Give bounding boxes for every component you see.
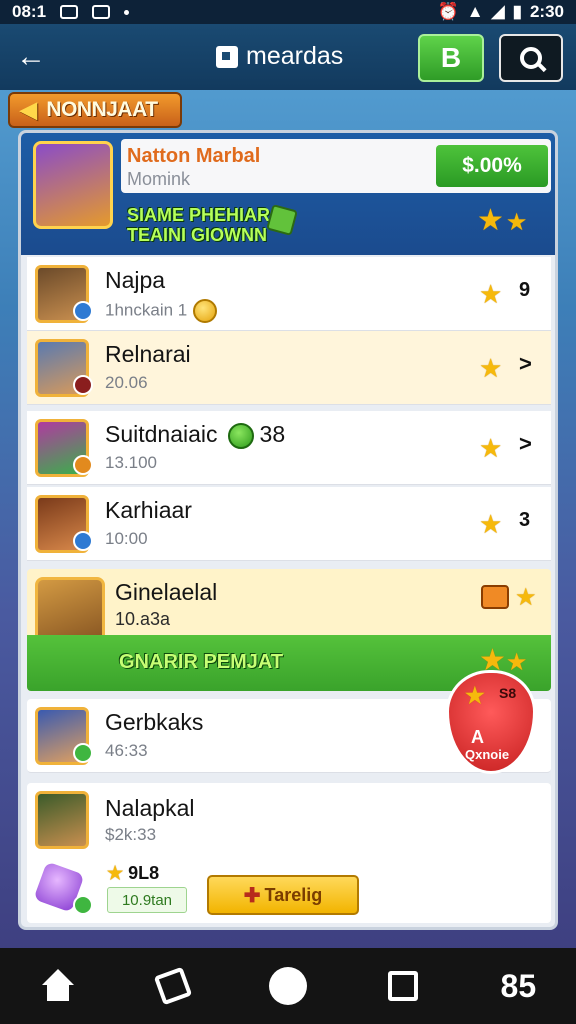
featured-subtitle: 10.a3a [115,609,171,629]
badge-icon [73,743,93,763]
hero-stars: ★★ [477,203,527,238]
ticket-icon [481,585,509,609]
item-subtitle: $2k:33 [105,825,157,844]
item-subtitle: 10:00 [105,529,148,548]
signal-icon: ◢ [491,2,505,21]
star-icon: ★ [505,209,528,236]
rating: ★ 9L8 [107,863,159,884]
nav-apps-button[interactable]: 85 [488,956,548,1016]
star-icon: ★ [479,509,503,539]
chevron-right-icon[interactable]: > [519,431,532,457]
heart-badge-mid: A [471,727,484,747]
item-subtitle: 20.06 [105,373,148,392]
featured-title: Ginelaelal [115,579,218,605]
gallery-icon [92,5,111,19]
price-chip: 10.9tan [107,887,187,913]
badge-icon [73,301,93,321]
item-title: Gerbkaks [105,709,204,735]
hero-name: Natton Marbal [127,145,261,167]
star-icon: ★ [479,353,503,383]
gem-icon [227,422,254,449]
item-title-text: Suitdnaiaic [105,421,218,447]
main-panel: Natton Marbal Momink $.00% SIAME PHEHIAR… [18,130,558,930]
avatar [35,791,89,849]
notification-icon [60,5,79,19]
navigation-bar: 85 [0,948,576,1024]
exit-icon: B [440,42,462,73]
nav-recents-button[interactable] [373,956,433,1016]
status-time-right: 2:30 [529,2,564,21]
star-icon: ★ [479,433,503,463]
wifi-icon: ▲ [466,2,484,21]
back-arrow-icon[interactable]: ← [16,40,56,74]
square-icon [388,971,419,1001]
check-icon [73,895,93,915]
badge-icon [73,375,93,395]
coin-icon [193,299,218,323]
badge-icon [73,455,93,475]
list-item[interactable]: Relnarai 20.06 ★ > [27,331,551,405]
star-icon: ★ [515,584,537,611]
badge-icon [73,531,93,551]
item-value: 9 [519,279,531,301]
status-time-left: 08:1 [12,2,47,21]
exit-button[interactable]: B [418,34,484,82]
heart-badge-bottom: Qxnoie [465,747,510,762]
circle-icon [268,967,307,1005]
hero-subtitle: Momink [127,169,191,189]
category-ribbon[interactable]: ◀ NONNJAAT [8,92,182,128]
left-arrow-icon: ◀ [20,97,37,122]
list-item[interactable]: Karhiaar 10:00 ★ 3 [27,487,551,561]
list-item[interactable]: Suitdnaiaic 38 13.100 ★ > [27,411,551,485]
hero-tagline-1: SIAME PHEHIAR [127,205,271,225]
item-value: 3 [519,509,531,531]
app-bar: ← meardas B [0,24,576,90]
back-icon [153,966,193,1006]
alarm-icon: ⏰ [437,2,459,21]
item-title: Relnarai [105,341,191,367]
battery-icon: ▮ [512,2,522,21]
star-icon: ★ [107,863,124,883]
status-bar: 08:1 ⏰ ▲ ◢ ▮ 2:30 [0,0,576,24]
hero-percent-button[interactable]: $.00% [436,145,548,187]
featured-banner-label: GNARIR PEMJAT [119,651,284,673]
item-extra: 38 [259,421,286,447]
rating-value: 9L8 [128,863,160,883]
item-subtitle-text: 1hnckain 1 [105,300,188,320]
item-subtitle: 13.100 [105,453,157,472]
item-title: Suitdnaiaic 38 [105,421,285,449]
hero-info-box: Natton Marbal Momink $.00% [121,139,551,193]
add-button-label: Tarelig [264,884,323,905]
app-logo-icon [216,45,238,68]
apps-label: 85 [500,967,537,1004]
hero-tagline-2: TEAINI GIOWNN [127,225,267,245]
item-title: Karhiaar [105,497,192,523]
item-subtitle: 46:33 [105,741,148,760]
nav-center-button[interactable] [258,956,318,1016]
star-icon: ★ [479,279,503,309]
search-icon [520,47,542,69]
heart-badge-top: S8 [499,685,517,701]
item-title: Nalapkal [105,795,195,821]
hero-card[interactable]: Natton Marbal Momink $.00% SIAME PHEHIAR… [21,133,555,255]
nav-back-button[interactable] [143,956,203,1016]
star-icon: ★ [465,683,485,708]
list-item[interactable]: Najpa 1hnckain 1 ★ 9 [27,257,551,331]
dot-icon [124,9,130,15]
app-title-text: meardas [246,42,344,70]
item-subtitle: 1hnckain 1 [105,299,218,323]
hero-badge-icon [266,204,298,236]
bottom-card[interactable]: Nalapkal $2k:33 ★ 9L8 10.9tan ✚ Tarelig [27,783,551,923]
item-title: Najpa [105,267,166,293]
hero-avatar [33,141,113,229]
chevron-right-icon[interactable]: > [519,351,532,377]
star-icon: ★ [477,204,504,237]
search-button[interactable] [499,34,563,82]
plus-icon: ✚ [243,884,261,907]
app-title: meardas [216,42,343,71]
nav-home-button[interactable] [28,956,88,1016]
home-icon [40,969,76,1003]
ribbon-label: NONNJAAT [46,98,158,121]
add-button[interactable]: ✚ Tarelig [207,875,359,915]
